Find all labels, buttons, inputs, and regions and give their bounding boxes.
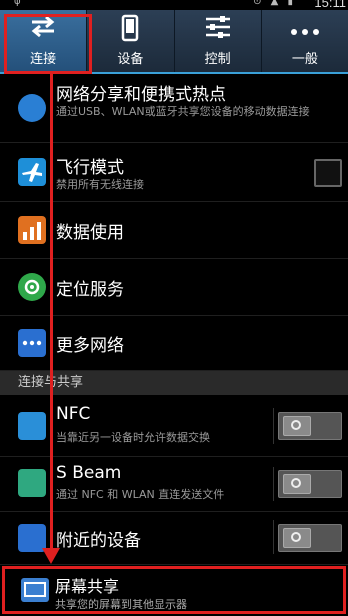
tab-general[interactable]: 一般 bbox=[262, 10, 348, 72]
toggle-knob bbox=[283, 528, 311, 548]
row-divider bbox=[273, 520, 274, 554]
row-divider bbox=[273, 408, 274, 444]
nearby-devices-toggle[interactable] bbox=[278, 524, 342, 552]
s-beam-toggle[interactable] bbox=[278, 470, 342, 498]
airplane-icon bbox=[18, 158, 46, 186]
row-screen-share[interactable]: 屏幕共享 共享您的屏幕到其他显示器 bbox=[2, 566, 346, 614]
row-title: 飞行模式 bbox=[56, 158, 124, 178]
row-title: NFC bbox=[56, 404, 91, 424]
annotation-arrow-head bbox=[42, 548, 60, 564]
highlight-box bbox=[4, 14, 92, 74]
row-divider bbox=[273, 467, 274, 501]
tab-label: 设备 bbox=[117, 52, 144, 67]
hotspot-icon bbox=[18, 94, 46, 122]
row-title: 网络分享和便携式热点 bbox=[56, 85, 226, 105]
phone-icon bbox=[87, 14, 173, 48]
more-networks-icon bbox=[18, 329, 46, 357]
row-title: 附近的设备 bbox=[56, 531, 141, 551]
toggle-knob bbox=[283, 416, 311, 436]
status-icons: ⊙ ▲ ▮ bbox=[253, 0, 296, 7]
row-title: 定位服务 bbox=[56, 280, 124, 300]
row-subtitle: 通过USB、WLAN或蓝牙共享您设备的移动数据连接 bbox=[56, 105, 310, 118]
toggle-knob bbox=[283, 474, 311, 494]
annotation-arrow-line bbox=[50, 74, 53, 552]
s-beam-icon bbox=[18, 469, 46, 497]
screen-share-icon bbox=[21, 578, 49, 602]
status-bar: ψ ⊙ ▲ ▮ 15:11 bbox=[0, 0, 348, 10]
location-icon bbox=[18, 273, 46, 301]
usb-icon: ψ bbox=[14, 0, 21, 7]
row-title: 更多网络 bbox=[56, 336, 124, 356]
tab-device[interactable]: 设备 bbox=[87, 10, 175, 72]
row-title: 数据使用 bbox=[56, 223, 124, 243]
nfc-icon bbox=[18, 412, 46, 440]
data-usage-icon bbox=[18, 216, 46, 244]
airplane-mode-checkbox[interactable] bbox=[314, 159, 342, 187]
status-time: 15:11 bbox=[314, 0, 346, 10]
row-subtitle: 共享您的屏幕到其他显示器 bbox=[55, 598, 187, 611]
nfc-toggle[interactable] bbox=[278, 412, 342, 440]
more-dots-icon bbox=[262, 14, 348, 48]
tab-label: 一般 bbox=[291, 52, 318, 67]
row-title: S Beam bbox=[56, 463, 122, 483]
row-title: 屏幕共享 bbox=[55, 577, 120, 596]
tab-controls[interactable]: 控制 bbox=[175, 10, 262, 72]
row-subtitle: 禁用所有无线连接 bbox=[56, 178, 144, 191]
sliders-icon bbox=[175, 14, 261, 48]
tab-label: 控制 bbox=[204, 52, 231, 67]
